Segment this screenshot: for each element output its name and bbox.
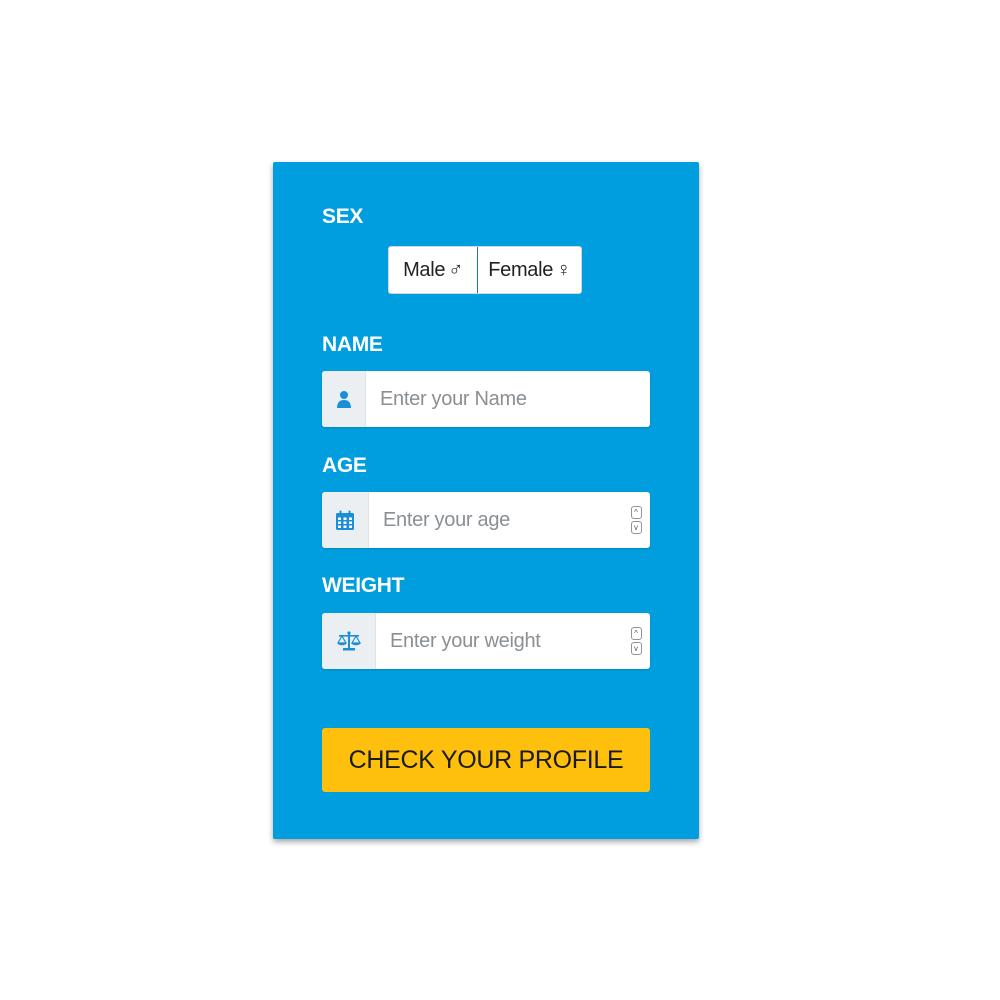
scale-icon — [336, 631, 361, 651]
female-option-button[interactable]: Female ♀ — [478, 247, 581, 293]
name-addon — [322, 371, 366, 427]
age-addon — [322, 492, 369, 548]
name-input[interactable] — [366, 371, 650, 427]
age-spinner: ^ v — [622, 492, 650, 548]
age-input[interactable] — [369, 492, 622, 548]
sex-label: SEX — [322, 205, 364, 228]
weight-decrement-button[interactable]: v — [630, 642, 642, 655]
weight-addon — [322, 613, 376, 669]
age-label: AGE — [322, 454, 367, 477]
weight-increment-button[interactable]: ^ — [630, 627, 642, 640]
age-increment-button[interactable]: ^ — [630, 506, 642, 519]
female-symbol-icon: ♀ — [556, 258, 571, 281]
female-option-label: Female — [488, 258, 554, 281]
male-option-label: Male — [403, 258, 446, 281]
name-label: NAME — [322, 333, 383, 356]
profile-form-card: SEX Male ♂ Female ♀ NAME AGE — [273, 162, 699, 839]
user-icon — [336, 391, 351, 408]
age-input-group: ^ v — [322, 492, 650, 548]
calendar-icon — [336, 510, 354, 530]
male-symbol-icon: ♂ — [448, 258, 463, 281]
weight-spinner: ^ v — [622, 613, 650, 669]
weight-label: WEIGHT — [322, 574, 405, 597]
sex-toggle-group: Male ♂ Female ♀ — [388, 246, 582, 294]
weight-input[interactable] — [376, 613, 622, 669]
check-profile-button[interactable]: CHECK YOUR PROFILE — [322, 728, 650, 792]
male-option-button[interactable]: Male ♂ — [389, 247, 478, 293]
name-input-group — [322, 371, 650, 427]
age-decrement-button[interactable]: v — [630, 521, 642, 534]
weight-input-group: ^ v — [322, 613, 650, 669]
